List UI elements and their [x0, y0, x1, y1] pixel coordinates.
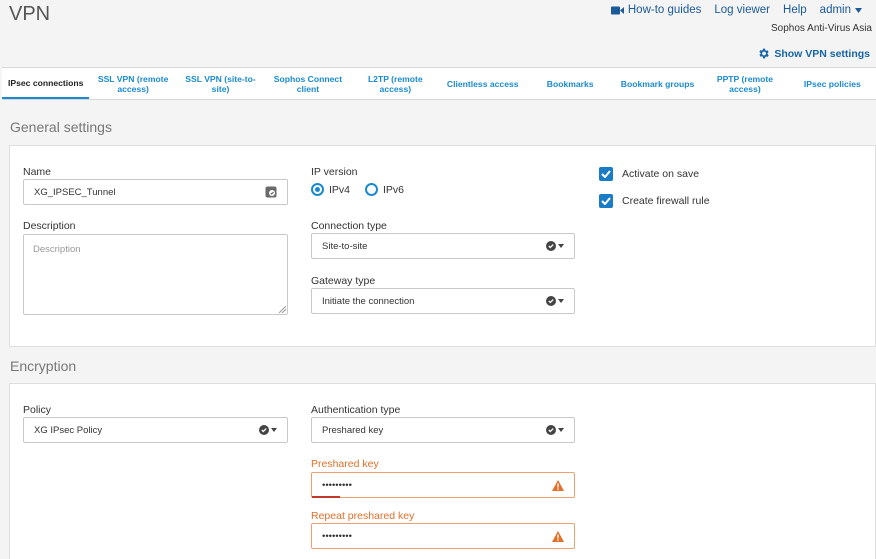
warning-icon [552, 479, 564, 491]
tab-ipsec-connections[interactable]: IPsec connections [2, 68, 90, 99]
auth-type-select[interactable]: Preshared key [311, 417, 575, 443]
select-caret [546, 241, 564, 251]
edit-list-icon[interactable] [265, 186, 277, 198]
ipv4-label: IPv4 [329, 183, 351, 196]
repeat-preshared-key-label: Repeat preshared key [311, 510, 415, 522]
ipv6-option[interactable]: IPv6 [365, 183, 404, 196]
show-vpn-settings-link[interactable]: Show VPN settings [757, 47, 870, 60]
organization-name: Sophos Anti-Virus Asia [771, 23, 872, 34]
checkmark-icon [601, 197, 611, 205]
encryption-title: Encryption [10, 358, 77, 374]
policy-value: XG IPsec Policy [34, 424, 103, 436]
tab-l2tp-remote-access[interactable]: L2TP (remote access) [352, 68, 439, 99]
log-viewer-link[interactable]: Log viewer [714, 4, 770, 16]
gear-icon [759, 48, 770, 59]
auth-type-label: Authentication type [311, 404, 401, 416]
chevron-down-icon [558, 299, 564, 303]
create-firewall-rule-option[interactable]: Create firewall rule [599, 194, 710, 208]
connection-type-select[interactable]: Site-to-site [311, 233, 575, 259]
tab-pptp-remote-access[interactable]: PPTP (remote access) [701, 68, 788, 99]
policy-label: Policy [23, 404, 52, 416]
warning-icon [552, 530, 564, 542]
general-settings-title: General settings [10, 119, 112, 135]
how-to-guides-link[interactable]: How-to guides [610, 4, 702, 16]
ipv4-option[interactable]: IPv4 [311, 183, 350, 196]
preshared-key-label: Preshared key [311, 458, 379, 470]
select-caret [259, 425, 277, 435]
ipv6-label: IPv6 [383, 183, 405, 196]
chevron-down-icon [558, 428, 564, 432]
activate-on-save-checkbox[interactable] [599, 167, 613, 181]
preshared-key-input[interactable]: ••••••••• [311, 472, 575, 498]
check-circle-icon [259, 425, 269, 435]
activate-on-save-label: Activate on save [622, 168, 700, 180]
gateway-type-label: Gateway type [311, 275, 376, 287]
user-menu[interactable]: admin [820, 4, 862, 16]
description-textarea[interactable]: Description [23, 234, 288, 315]
checkmark-icon [601, 170, 611, 178]
show-vpn-settings-label: Show VPN settings [774, 47, 870, 60]
page-title: VPN [9, 3, 51, 25]
connection-type-label: Connection type [311, 220, 387, 232]
ipv6-radio[interactable] [365, 183, 378, 196]
check-circle-icon [546, 296, 556, 306]
create-firewall-rule-checkbox[interactable] [599, 194, 613, 208]
description-placeholder: Description [33, 244, 81, 255]
help-link[interactable]: Help [783, 4, 807, 16]
chevron-down-icon [271, 428, 277, 432]
repeat-preshared-key-input[interactable]: ••••••••• [311, 523, 575, 549]
name-input[interactable]: XG_IPSEC_Tunnel [23, 179, 288, 205]
encryption-panel: Policy XG IPsec Policy Authentication ty… [9, 383, 876, 559]
description-label: Description [23, 220, 76, 232]
connection-type-value: Site-to-site [322, 240, 368, 252]
tab-ssl-vpn-site-to-site[interactable]: SSL VPN (site-to-site) [177, 68, 264, 99]
tab-ipsec-policies[interactable]: IPsec policies [789, 68, 876, 99]
user-name: admin [819, 4, 851, 16]
video-camera-icon [610, 6, 624, 14]
name-label: Name [23, 166, 52, 178]
select-caret [546, 425, 564, 435]
tab-clientless-access[interactable]: Clientless access [439, 68, 526, 99]
general-settings-panel: Name XG_IPSEC_Tunnel Description Descrip… [9, 145, 876, 347]
password-strength-bar [312, 496, 340, 498]
ipv4-radio[interactable] [311, 183, 324, 196]
name-value: XG_IPSEC_Tunnel [34, 186, 116, 198]
gateway-type-select[interactable]: Initiate the connection [311, 288, 575, 314]
create-firewall-rule-label: Create firewall rule [622, 195, 710, 207]
policy-select[interactable]: XG IPsec Policy [23, 417, 288, 443]
how-to-guides-label: How-to guides [627, 4, 702, 16]
tab-ssl-vpn-remote-access[interactable]: SSL VPN (remote access) [89, 68, 176, 99]
activate-on-save-option[interactable]: Activate on save [599, 167, 699, 181]
tab-sophos-connect-client[interactable]: Sophos Connect client [264, 68, 351, 99]
check-circle-icon [546, 241, 556, 251]
vpn-tabs: IPsec connections SSL VPN (remote access… [2, 67, 876, 100]
check-circle-icon [546, 425, 556, 435]
preshared-key-value: ••••••••• [322, 479, 352, 491]
caret-down-icon [855, 7, 862, 13]
resize-grip-icon[interactable] [279, 306, 286, 313]
auth-type-value: Preshared key [322, 424, 384, 436]
tab-bookmark-groups[interactable]: Bookmark groups [614, 68, 701, 99]
gateway-type-value: Initiate the connection [322, 295, 415, 307]
chevron-down-icon [558, 244, 564, 248]
ip-version-label: IP version [311, 166, 358, 178]
top-links: How-to guides Log viewer Help admin [610, 4, 862, 16]
tab-bookmarks[interactable]: Bookmarks [526, 68, 613, 99]
select-caret [546, 296, 564, 306]
repeat-preshared-key-value: ••••••••• [322, 530, 352, 542]
